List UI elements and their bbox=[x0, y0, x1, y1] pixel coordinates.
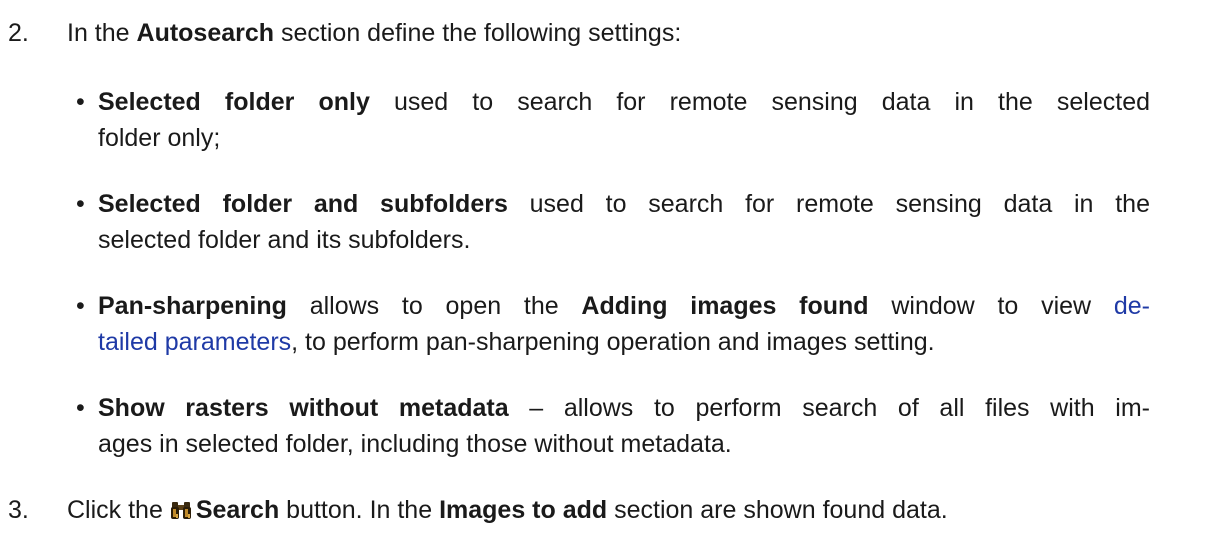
detailed-parameters-link[interactable]: de- bbox=[1114, 292, 1150, 320]
step-2-intro: In the Autosearch section define the fol… bbox=[67, 15, 681, 51]
bullet-line: Pan-sharpening allows to open the Adding… bbox=[98, 288, 1150, 324]
bullet-dot: • bbox=[76, 88, 85, 116]
section-name-images-to-add: Images to add bbox=[439, 496, 608, 524]
bullet-line: ages in selected folder, including those… bbox=[98, 430, 732, 458]
option-name: Show rasters without metadata bbox=[98, 394, 509, 422]
text: , to perform pan-sharpening operation an… bbox=[291, 328, 935, 356]
text: used to search for remote sensing data i… bbox=[529, 190, 1150, 218]
option-name: Selected folder only bbox=[98, 88, 370, 116]
document-page: 2. In the Autosearch section define the … bbox=[0, 0, 1232, 548]
bullet-dot: • bbox=[76, 394, 85, 422]
text: – allows to perform search of all files … bbox=[529, 394, 1150, 422]
section-name-autosearch: Autosearch bbox=[136, 19, 275, 47]
text: allows to open the bbox=[309, 292, 559, 320]
detailed-parameters-link[interactable]: tailed parameters bbox=[98, 328, 291, 356]
text: button. In the bbox=[286, 496, 433, 524]
search-button-label: Search bbox=[195, 496, 280, 524]
step-number: 3. bbox=[8, 496, 29, 524]
text: window to view bbox=[891, 292, 1092, 320]
bullet-line: folder only; bbox=[98, 124, 221, 152]
text: section define the following settings: bbox=[281, 19, 682, 47]
text: section are shown found data. bbox=[614, 496, 948, 524]
text: Click the bbox=[67, 496, 163, 524]
bullet-line: selected folder and its subfolders. bbox=[98, 226, 471, 254]
option-name: Selected folder and subfolders bbox=[98, 190, 508, 218]
binoculars-icon bbox=[170, 502, 191, 519]
bullet-line: Selected folder and subfolders used to s… bbox=[98, 186, 1150, 222]
bullet-line: Show rasters without metadata – allows t… bbox=[98, 390, 1150, 426]
bullet-dot: • bbox=[76, 190, 85, 218]
window-name: Adding images found bbox=[581, 292, 869, 320]
bullet-line: tailed parameters, to perform pan-sharpe… bbox=[98, 324, 1150, 360]
option-name: Pan-sharpening bbox=[98, 292, 287, 320]
step-number: 2. bbox=[8, 19, 29, 47]
bullet-dot: • bbox=[76, 292, 85, 320]
text: used to search for remote sensing data i… bbox=[393, 88, 1150, 116]
step-3-text: Click the Search button. In the Images t… bbox=[67, 492, 948, 528]
bullet-line: Selected folder only used to search for … bbox=[98, 84, 1150, 120]
text: In the bbox=[67, 19, 130, 47]
